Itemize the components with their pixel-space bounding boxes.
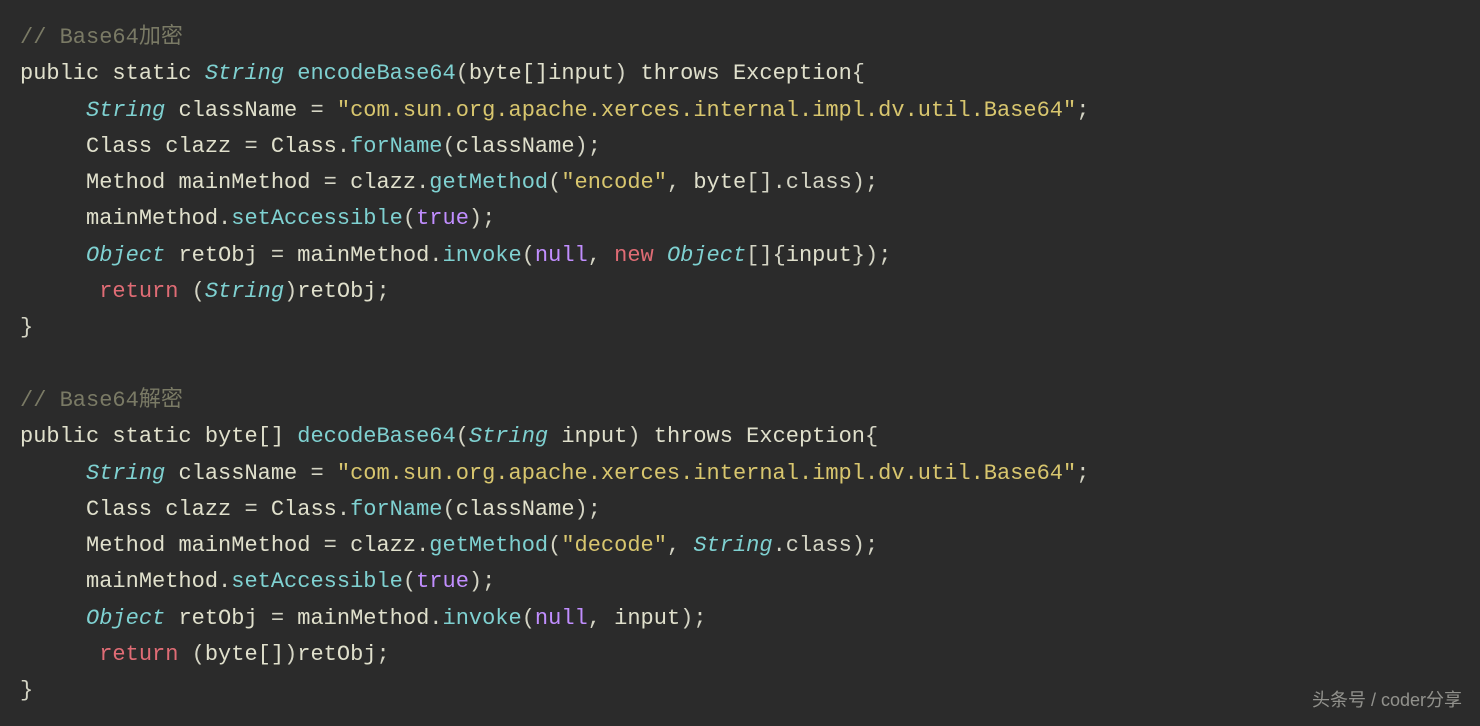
- var-retobj: retObj: [178, 606, 257, 631]
- type-string: String: [86, 461, 165, 486]
- var-clazz: clazz: [350, 170, 416, 195]
- literal-null: null: [535, 606, 588, 631]
- method-setaccessible: setAccessible: [231, 206, 403, 231]
- type-string: String: [469, 424, 548, 449]
- type-class: Class: [86, 497, 152, 522]
- method-forname: forName: [350, 134, 442, 159]
- keyword-static: static: [112, 424, 191, 449]
- method-invoke: invoke: [443, 243, 522, 268]
- keyword-return: return: [99, 642, 178, 667]
- var-retobj: retObj: [297, 642, 376, 667]
- var-mainmethod: mainMethod: [86, 206, 218, 231]
- var-retobj: retObj: [297, 279, 376, 304]
- type-exception: Exception: [746, 424, 865, 449]
- literal-null: null: [535, 243, 588, 268]
- string-literal: "com.sun.org.apache.xerces.internal.impl…: [337, 461, 1076, 486]
- keyword-public: public: [20, 61, 99, 86]
- literal-true: true: [416, 206, 469, 231]
- type-string: String: [86, 98, 165, 123]
- var-clazz: clazz: [165, 497, 231, 522]
- string-literal: "encode": [561, 170, 667, 195]
- type-bytearr: byte[]: [205, 424, 284, 449]
- var-mainmethod: mainMethod: [178, 170, 310, 195]
- var-mainmethod: mainMethod: [178, 533, 310, 558]
- type-exception: Exception: [733, 61, 852, 86]
- type-string: String: [205, 61, 284, 86]
- type-method: Method: [86, 170, 165, 195]
- comment-line: // Base64加密: [20, 25, 183, 50]
- type-object: Object: [667, 243, 746, 268]
- var-input: input: [614, 606, 680, 631]
- method-decode: decodeBase64: [297, 424, 455, 449]
- var-retobj: retObj: [178, 243, 257, 268]
- type-class: Class: [86, 134, 152, 159]
- method-setaccessible: setAccessible: [231, 569, 403, 594]
- param-input: input: [548, 61, 614, 86]
- param-input: input: [561, 424, 627, 449]
- type-string: String: [693, 533, 772, 558]
- var-classname: className: [178, 461, 297, 486]
- keyword-return: return: [99, 279, 178, 304]
- watermark-text: 头条号 / coder分享: [1312, 686, 1462, 716]
- keyword-public: public: [20, 424, 99, 449]
- string-literal: "com.sun.org.apache.xerces.internal.impl…: [337, 98, 1076, 123]
- var-mainmethod: mainMethod: [297, 243, 429, 268]
- var-classname: className: [456, 134, 575, 159]
- var-classname: className: [456, 497, 575, 522]
- string-literal: "decode": [561, 533, 667, 558]
- method-forname: forName: [350, 497, 442, 522]
- var-input: input: [786, 243, 852, 268]
- method-getmethod: getMethod: [429, 533, 548, 558]
- keyword-static: static: [112, 61, 191, 86]
- literal-true: true: [416, 569, 469, 594]
- type-method: Method: [86, 533, 165, 558]
- var-clazz: clazz: [165, 134, 231, 159]
- code-block: // Base64加密 public static String encodeB…: [20, 20, 1460, 710]
- keyword-new: new: [614, 243, 654, 268]
- var-mainmethod: mainMethod: [297, 606, 429, 631]
- var-clazz: clazz: [350, 533, 416, 558]
- type-object: Object: [86, 606, 165, 631]
- method-invoke: invoke: [443, 606, 522, 631]
- type-bytearr: byte[]: [205, 642, 284, 667]
- type-class: Class: [271, 134, 337, 159]
- method-getmethod: getMethod: [429, 170, 548, 195]
- var-mainmethod: mainMethod: [86, 569, 218, 594]
- method-encode: encodeBase64: [297, 61, 455, 86]
- type-class: Class: [271, 497, 337, 522]
- type-byte: byte: [693, 170, 746, 195]
- keyword-throws: throws: [654, 424, 733, 449]
- type-object: Object: [86, 243, 165, 268]
- var-classname: className: [178, 98, 297, 123]
- keyword-throws: throws: [641, 61, 720, 86]
- comment-line: // Base64解密: [20, 388, 183, 413]
- type-string: String: [205, 279, 284, 304]
- param-type: byte[]: [469, 61, 548, 86]
